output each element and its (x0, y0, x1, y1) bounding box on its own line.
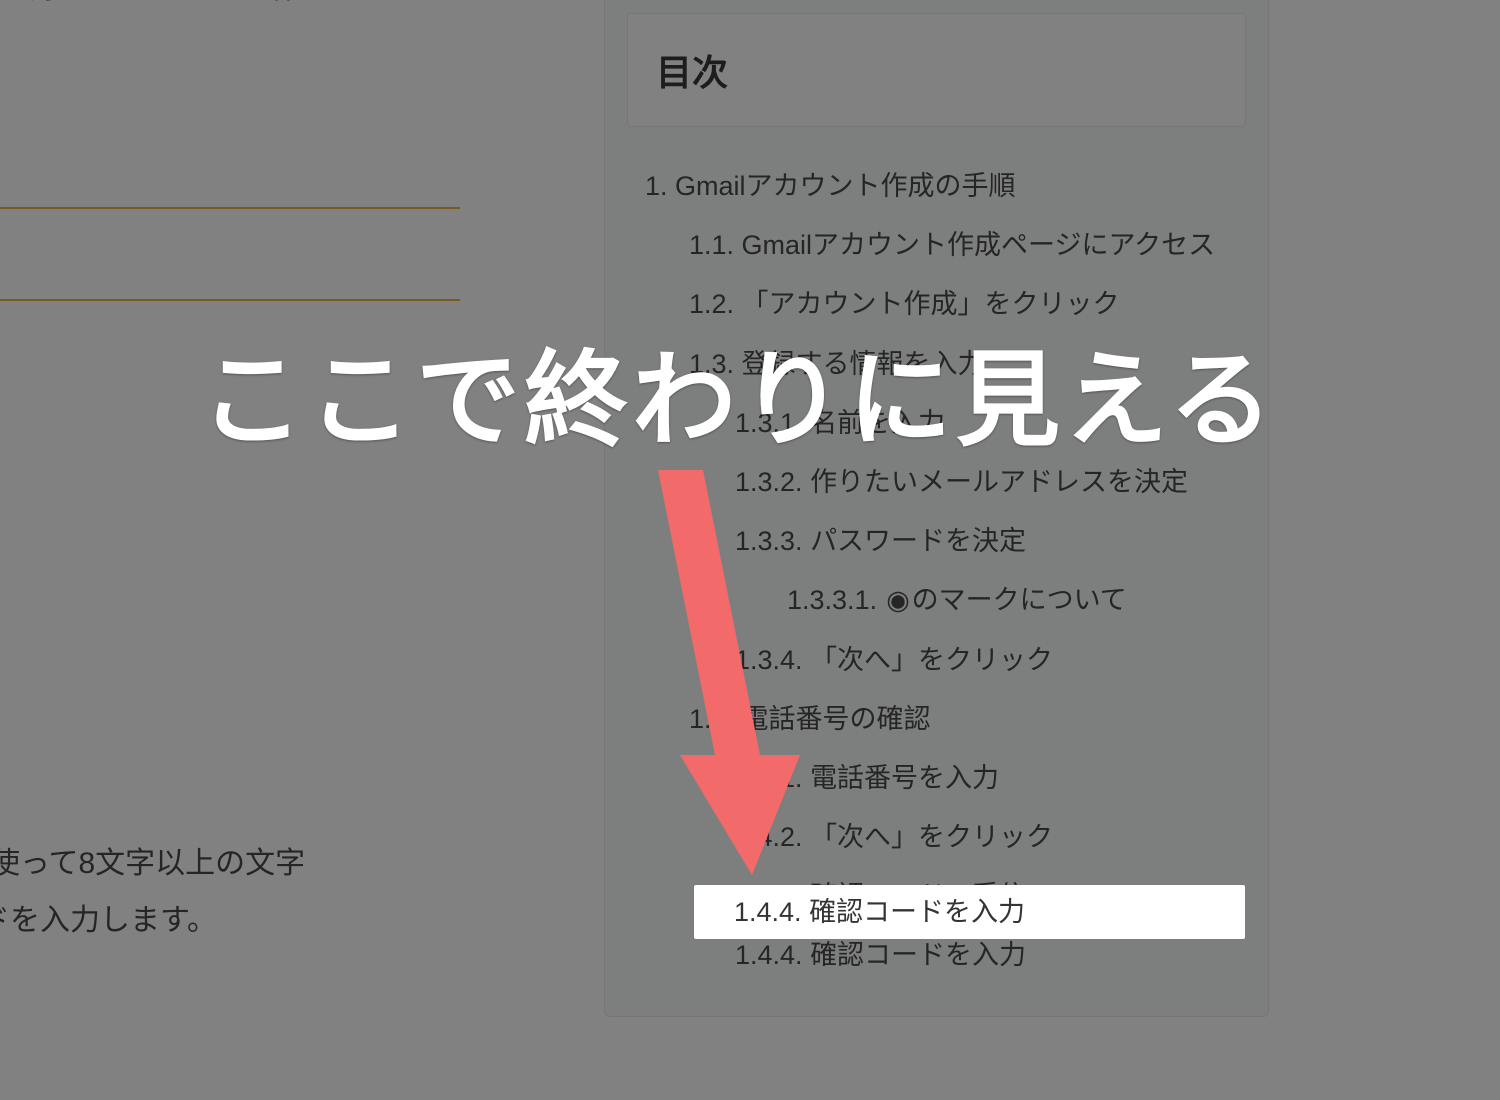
toc-item[interactable]: 1.4. 電話番号の確認 (627, 690, 1246, 749)
text: パスワードを入力します。 (0, 892, 460, 949)
toc-item-number: 1.3.4. (735, 645, 810, 675)
toc-item[interactable]: 1.3.3. パスワードを決定 (627, 512, 1246, 571)
article-fragment-top: で好きなアドレスが作れます (0, 0, 460, 17)
toc-item-label: パスワードを決定 (810, 526, 1026, 556)
toc-item[interactable]: 1.3.3.1. ◉のマークについて (627, 571, 1246, 630)
toc-item-number: 1.4. (689, 704, 742, 734)
toc-item[interactable]: 1. Gmailアカウント作成の手順 (627, 157, 1246, 216)
toc-item-number: 1. (645, 171, 675, 201)
toc-item[interactable]: 1.4.1. 電話番号を入力 (627, 749, 1246, 808)
divider (0, 207, 460, 209)
toc-item-number: 1.1. (689, 230, 742, 260)
toc-item-label: 「次へ」をクリック (810, 822, 1053, 852)
sidebar: 目次 1. Gmailアカウント作成の手順1.1. Gmailアカウント作成ペー… (604, 0, 1269, 1017)
toc-item-number: 1.3.2. (735, 467, 810, 497)
toc-item-label: のマークについて (912, 585, 1127, 615)
toc-item-label: 「次へ」をクリック (810, 645, 1053, 675)
toc-item-number: 1.3.3.1. (787, 585, 885, 615)
toc-header: 目次 (627, 13, 1246, 127)
toc-list: 1. Gmailアカウント作成の手順1.1. Gmailアカウント作成ページにア… (627, 157, 1246, 986)
toc-item-label: 確認コードを入力 (809, 897, 1025, 927)
divider (0, 299, 460, 301)
toc-item-number: 1.4.4. (734, 897, 809, 927)
text: を使って8文字以上の文字 (0, 847, 305, 880)
toc-item[interactable]: 1.1. Gmailアカウント作成ページにアクセス (627, 216, 1246, 275)
toc-item-label: 確認コードを入力 (810, 940, 1026, 970)
toc-item-number: 1.3.3. (735, 526, 810, 556)
toc-item[interactable]: 1.4.2. 「次へ」をクリック (627, 808, 1246, 867)
page-stage: で好きなアドレスが作れます 、記号を使って8文字以上の文字 パスワードを入力しま… (0, 0, 1500, 1100)
toc-item-number: 1.4.4. (735, 940, 810, 970)
toc-item[interactable]: 1.3.4. 「次へ」をクリック (627, 631, 1246, 690)
toc-item-label: Gmailアカウント作成ページにアクセス (742, 230, 1216, 260)
toc-card: 目次 1. Gmailアカウント作成の手順1.1. Gmailアカウント作成ペー… (604, 0, 1269, 1017)
article-left-column: で好きなアドレスが作れます 、記号を使って8文字以上の文字 パスワードを入力しま… (0, 0, 460, 301)
toc-item-label: 電話番号を入力 (810, 763, 999, 793)
eye-icon: ◉ (885, 579, 912, 622)
toc-item-number: 1.4.1. (735, 763, 810, 793)
toc-item-label: 作りたいメールアドレスを決定 (810, 467, 1188, 497)
article-fragment-bottom: 、記号を使って8文字以上の文字 パスワードを入力します。 (0, 835, 460, 949)
toc-item-highlighted[interactable]: 1.4.4. 確認コードを入力 (694, 885, 1245, 939)
toc-item-number: 1.4.2. (735, 822, 810, 852)
toc-item-label: 電話番号の確認 (742, 704, 931, 734)
toc-item-label: Gmailアカウント作成の手順 (675, 171, 1016, 201)
annotation-text: ここで終わりに見える (200, 315, 1300, 466)
